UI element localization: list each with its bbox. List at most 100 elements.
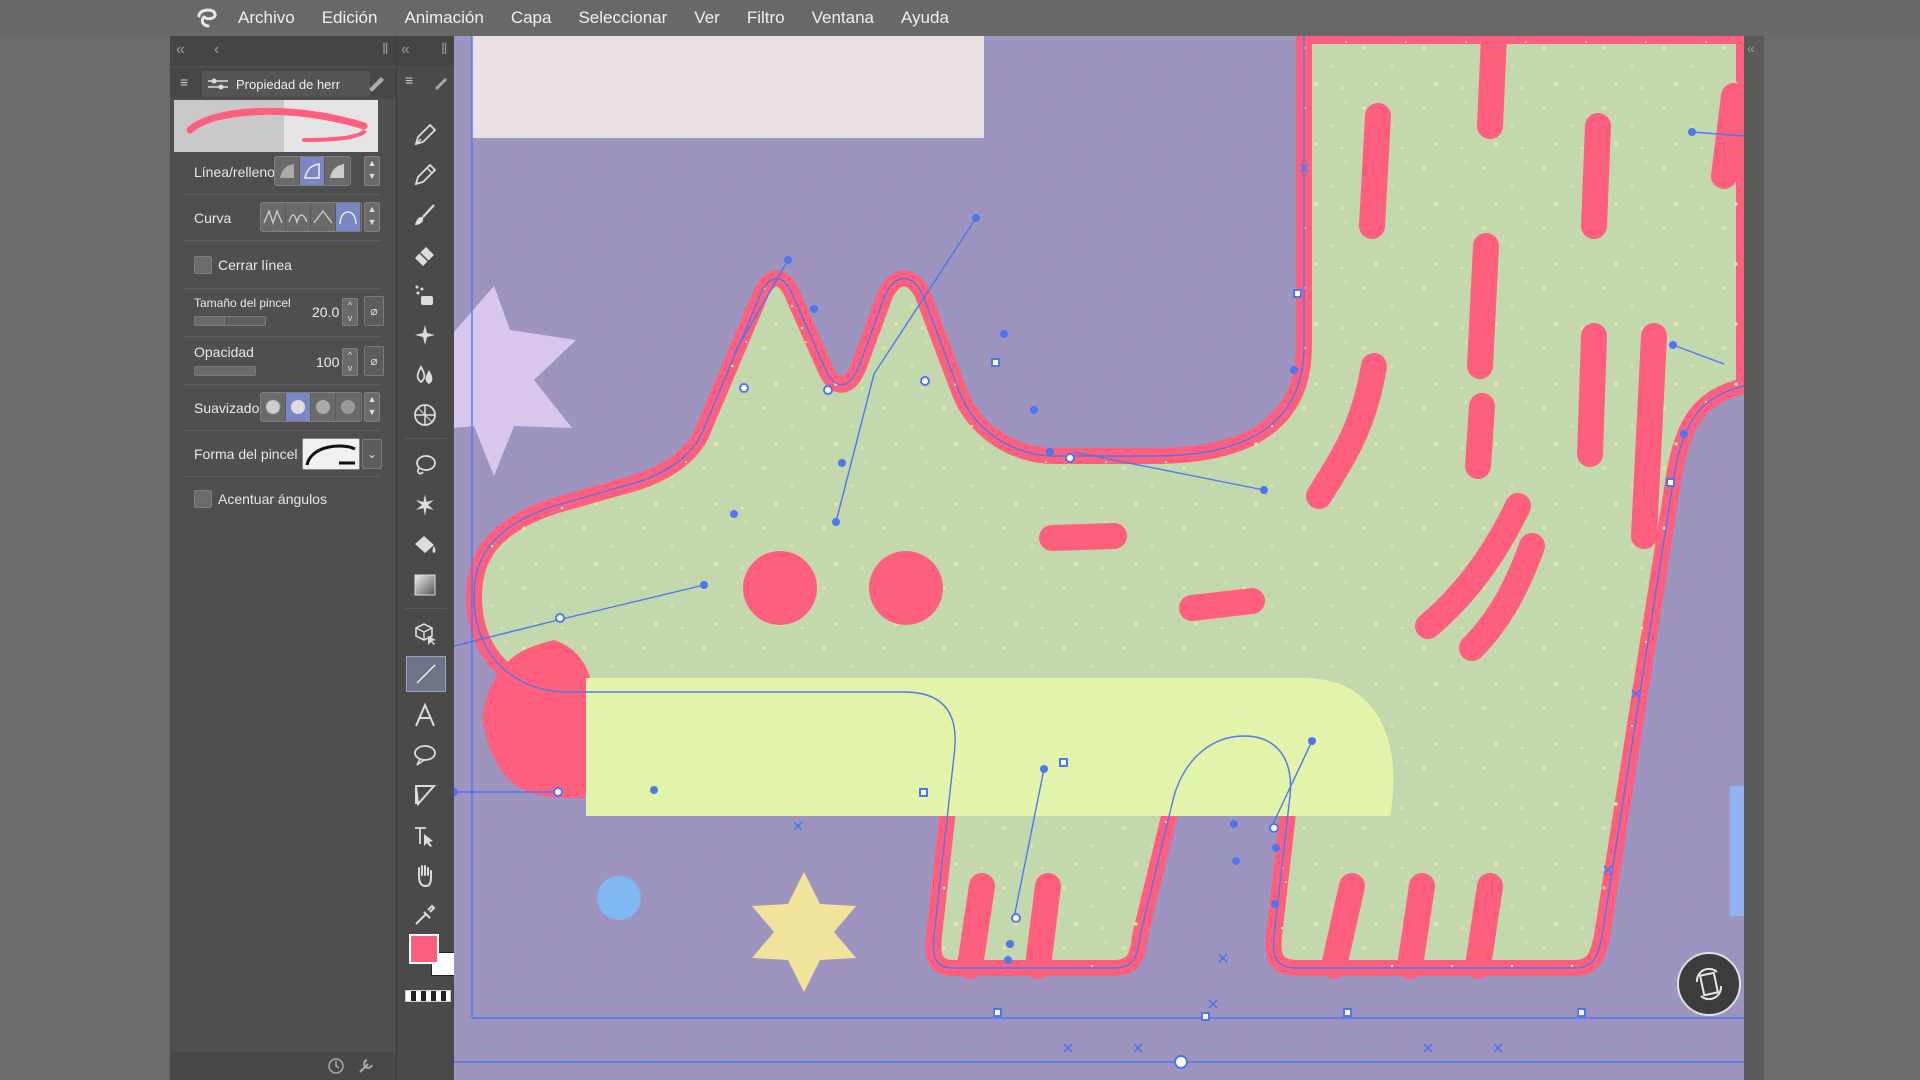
tool-text[interactable]	[406, 698, 444, 732]
main-color-swatch[interactable]	[409, 934, 439, 964]
canvas-artwork	[454, 36, 1744, 1080]
tool-hand[interactable]	[406, 858, 444, 892]
menu-ayuda[interactable]: Ayuda	[901, 8, 949, 28]
canvas-rotate-button[interactable]	[1677, 952, 1741, 1016]
blue-dot	[597, 876, 641, 920]
tab-tool-property[interactable]: Propiedad de herr	[202, 71, 370, 97]
tool-perspective[interactable]	[406, 398, 444, 432]
tool-auto-select[interactable]	[406, 488, 444, 522]
panel-grip-icon[interactable]: ‖	[382, 41, 389, 59]
tool-blend[interactable]	[406, 358, 444, 392]
menu-seleccionar[interactable]: Seleccionar	[578, 8, 667, 28]
brush-shape-dropdown[interactable]: ⌄	[362, 439, 382, 469]
line-fill-button[interactable]	[300, 157, 325, 185]
line-only-button[interactable]	[275, 157, 300, 185]
tool-airbrush[interactable]	[406, 318, 444, 352]
wrench-icon[interactable]	[356, 1056, 376, 1076]
menu-filtro[interactable]: Filtro	[747, 8, 785, 28]
expand-right-icon[interactable]: «	[1747, 40, 1755, 56]
tool-property-panel: « ‹ ‖ ≡ Propiedad de herr Línea/relleno	[170, 36, 396, 1080]
brush-size-spinner[interactable]: ^ v	[342, 298, 358, 326]
pale-rectangle	[472, 36, 984, 138]
tool-pen-small-icon[interactable]	[366, 74, 386, 92]
tool-eraser[interactable]	[406, 238, 444, 272]
collapse-chevron-icon[interactable]: ‹	[214, 41, 219, 59]
tool-eyedropper[interactable]	[406, 898, 444, 932]
smoothing-weak-button[interactable]	[286, 393, 311, 421]
tool-grip-icon[interactable]: ‖	[441, 41, 448, 59]
opacity-value[interactable]: 100	[316, 354, 339, 370]
fill-mode-icon	[330, 164, 344, 178]
menu-bar: Archivo Edición Animación Capa Seleccion…	[0, 0, 1920, 36]
corners-checkbox[interactable]	[194, 490, 212, 508]
row-line-fill: Línea/relleno ▲ ▼	[184, 152, 390, 192]
menu-ver[interactable]: Ver	[694, 8, 720, 28]
panel-menu-icon[interactable]: ≡	[180, 74, 188, 90]
menu-ventana[interactable]: Ventana	[812, 8, 874, 28]
eye-left	[743, 551, 817, 625]
tool-menu-icon[interactable]: ≡	[405, 72, 413, 88]
smoothing-none-button[interactable]	[261, 393, 286, 421]
line-fill-label: Línea/relleno	[194, 164, 275, 180]
menu-edicion[interactable]: Edición	[322, 8, 378, 28]
close-line-checkbox[interactable]	[194, 256, 212, 274]
curve-quadratic-button[interactable]	[311, 203, 336, 231]
transparent-color-swatch[interactable]	[405, 990, 451, 1002]
curve-straight-button[interactable]	[261, 203, 286, 231]
smoothing-medium-button[interactable]	[311, 393, 336, 421]
brush-size-slider[interactable]	[194, 316, 226, 326]
menu-capa[interactable]: Capa	[511, 8, 552, 28]
canvas[interactable]	[454, 36, 1744, 1080]
brush-size-value[interactable]: 20.0	[312, 304, 339, 320]
smooth-circle-icon	[316, 400, 330, 414]
fill-only-button[interactable]	[325, 157, 350, 185]
tool-lasso[interactable]	[406, 448, 444, 482]
panel-footer	[170, 1052, 396, 1080]
curve-spline-button[interactable]	[286, 203, 311, 231]
smoothing-strong-button[interactable]	[336, 393, 361, 421]
tool-brush[interactable]	[406, 198, 444, 232]
tool-balloon[interactable]	[406, 738, 444, 772]
reset-tool-icon[interactable]	[326, 1056, 346, 1076]
tab-label: Propiedad de herr	[236, 77, 341, 92]
curve-cubic-button[interactable]	[336, 203, 361, 231]
collapse-double-chevron-icon[interactable]: «	[176, 41, 185, 59]
line-fill-spinner[interactable]: ▲ ▼	[364, 156, 380, 186]
clip-studio-logo-icon[interactable]	[194, 6, 220, 30]
tool-pencil[interactable]	[406, 158, 444, 192]
menu-archivo[interactable]: Archivo	[238, 8, 295, 28]
panel-top-strip: « ‹ ‖	[170, 36, 396, 66]
blend-drops-icon	[416, 365, 433, 384]
brush-size-pressure-button[interactable]: ⌀	[364, 296, 384, 326]
brush-shape-preview[interactable]	[302, 438, 360, 470]
eye-right	[869, 551, 943, 625]
opacity-pressure-button[interactable]: ⌀	[364, 346, 384, 376]
stroke-preview-curve	[186, 107, 368, 142]
opacity-slider[interactable]	[194, 366, 256, 376]
tool-gradient[interactable]	[406, 568, 444, 602]
menu-items: Archivo Edición Animación Capa Seleccion…	[238, 0, 976, 36]
row-curve: Curva ▲ ▼	[184, 198, 390, 238]
menu-animacion[interactable]: Animación	[404, 8, 483, 28]
tool-figure-line[interactable]	[406, 656, 446, 692]
smoothing-spinner[interactable]: ▲ ▼	[364, 392, 380, 422]
tool-fill[interactable]	[406, 528, 444, 562]
row-close-line: Cerrar línea	[184, 244, 390, 284]
tool-frame-border[interactable]	[406, 778, 444, 812]
soft-circle-icon	[291, 400, 305, 414]
lasso-icon	[416, 455, 436, 475]
tool-pen[interactable]	[406, 118, 444, 152]
close-line-label: Cerrar línea	[218, 257, 292, 273]
opacity-spinner[interactable]: ^ v	[342, 348, 358, 376]
tool-edit-icon[interactable]	[433, 74, 449, 90]
tool-ruler[interactable]	[406, 818, 444, 852]
tool-decoration[interactable]	[406, 278, 444, 312]
brush-size-slider-track[interactable]	[224, 316, 266, 326]
curve-spinner[interactable]: ▲ ▼	[364, 202, 380, 232]
tool-collapse-icon[interactable]: «	[401, 41, 410, 59]
brush-icon	[415, 204, 435, 225]
row-opacity: Opacidad 100 ^ v ⌀	[184, 340, 390, 380]
tool-object[interactable]	[406, 616, 444, 650]
line-fill-mode-icon	[304, 163, 320, 179]
hand-icon	[418, 865, 432, 888]
